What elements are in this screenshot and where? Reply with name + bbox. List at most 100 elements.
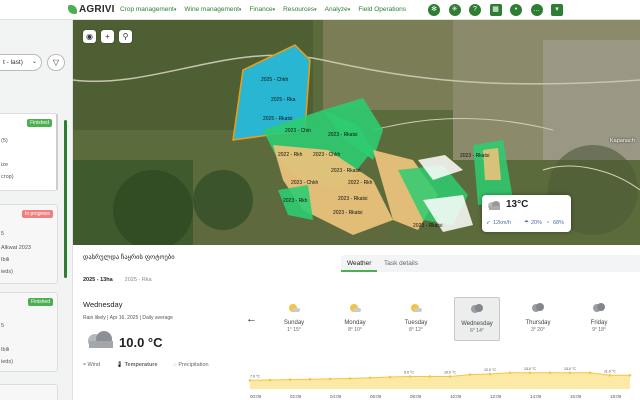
field-label[interactable]: 2023 - Rkatsi (333, 210, 362, 216)
nav-resources[interactable]: Resources▾ (283, 6, 317, 13)
droplet-icon: ◔ (546, 220, 550, 226)
popup-humidity: 68% (553, 220, 565, 226)
sort-dropdown[interactable]: t - last) ⌄ (0, 54, 42, 71)
hourly-temperature-chart: 7.0 °C 9.0 °C 10.0 °C 12.0 °C 13.0 °C 13.0 °C… (248, 367, 632, 399)
hour-tick-label: 04:00 (330, 394, 342, 399)
forecast-day-friday[interactable]: Friday 9° 18° (576, 297, 622, 341)
hour-tick-label: 18:00 (610, 394, 622, 399)
field-label[interactable]: 2025 - Rkatsi (263, 116, 292, 122)
temperature-point (408, 375, 412, 378)
metric-toggle: ≈ Wind 🌡 Temperature ◌ Precipitation (83, 362, 225, 368)
forecast-day-tuesday[interactable]: Tuesday 8° 12° (393, 297, 439, 341)
weather-panel: დასრულდა ჩაყრის ფოტოები Weather Task det… (73, 245, 640, 400)
field-label[interactable]: 2022 - Rkh (278, 152, 302, 158)
nav-field-operations[interactable]: Field Operations (358, 6, 406, 13)
search-icon: ⚲ (122, 32, 129, 41)
card-line: ize (1, 162, 9, 168)
field-card[interactable]: Finished (5) ize crop) (0, 113, 58, 191)
field-card[interactable]: Finished 5 Ibili ieds) (0, 292, 58, 372)
weather-popup[interactable]: 13°C ➶ 12km/h ☂ 20% ◔ 68% (482, 195, 571, 232)
plus-icon: + (105, 32, 110, 41)
card-line: Ibili (1, 257, 10, 263)
field-label[interactable]: 2023 - Rkatsi (331, 168, 360, 174)
layers-button[interactable]: ◉ (83, 30, 96, 43)
metric-temperature[interactable]: 🌡 Temperature (116, 362, 165, 368)
arrow-left-icon[interactable]: ← (246, 313, 257, 325)
forecast-day-sunday[interactable]: Sunday 1° 15° (271, 297, 317, 341)
field-label[interactable]: 2023 - Rkatsi (413, 223, 442, 229)
subtab-field[interactable]: 2025 - 13ha (83, 277, 113, 283)
temperature-point (628, 374, 632, 377)
field-label[interactable]: 2023 - Rkatsi (328, 132, 357, 138)
status-badge: Finished (28, 298, 53, 306)
hour-tick-label: 14:00 (530, 394, 542, 399)
partly-sunny-icon (411, 304, 422, 312)
rain-cloud-icon (593, 303, 605, 312)
forecast-day-wednesday[interactable]: Wednesday 6° 14° (454, 297, 500, 341)
fields-sidebar: t - last) ⌄ ▽ Finished (5) ize crop) In p… (0, 20, 73, 400)
temperature-point (608, 374, 612, 377)
chat-icon[interactable]: … (530, 4, 543, 16)
field-card[interactable] (0, 384, 58, 400)
nav-wine-management[interactable]: Wine management▾ (184, 6, 241, 13)
nav-analyze[interactable]: Analyze▾ (325, 6, 351, 13)
forecast-day-monday[interactable]: Monday 8° 10° (332, 297, 378, 341)
hour-tick-label: 06:00 (370, 394, 382, 399)
temperature-point (468, 373, 472, 376)
forecast-day-thursday[interactable]: Thursday 3° 20° (515, 297, 561, 341)
field-label[interactable]: 2022 - Rkh (348, 180, 372, 186)
chevron-down-icon: ⌄ (31, 59, 37, 65)
temperature-point (588, 371, 592, 375)
top-icon-group: ✻ ✳ ? ▦ • … ▾ (428, 4, 572, 16)
card-line: 5 (1, 231, 5, 237)
field-label[interactable]: 2025 - Rka (271, 97, 295, 103)
popup-precipitation: 20% (531, 220, 543, 226)
network-icon[interactable]: ✳ (448, 4, 461, 16)
field-label[interactable]: 2023 - Chkh (313, 152, 340, 158)
metric-precipitation[interactable]: ◌ Precipitation (174, 362, 217, 368)
temperature-point (428, 375, 432, 378)
field-label[interactable]: 2023 - Chin (285, 128, 311, 134)
temperature-value-label: 11.0 °C (604, 369, 616, 373)
subtab-field[interactable]: 2025 - Rka (125, 277, 152, 283)
agrivi-logo[interactable]: AGRIVI (68, 4, 118, 15)
calendar-icon[interactable]: ▦ (489, 4, 502, 16)
field-label[interactable]: 2025 - Chkh (261, 77, 288, 83)
hour-tick-label: 00:00 (250, 394, 262, 399)
zoom-in-button[interactable]: + (101, 30, 114, 43)
rain-cloud-icon (471, 304, 483, 313)
metric-wind[interactable]: ≈ Wind (83, 362, 108, 368)
temperature-point (528, 371, 532, 375)
gear-icon[interactable]: ✻ (428, 4, 440, 16)
help-icon[interactable]: ? (469, 4, 481, 16)
temperature-area (250, 372, 630, 389)
field-label[interactable]: 2023 - Rkatsi (460, 153, 489, 159)
nav-finance[interactable]: Finance▾ (249, 6, 275, 13)
bell-icon[interactable]: • (510, 4, 522, 16)
card-line: ieds) (1, 269, 13, 275)
nav-crop-management[interactable]: Crop management▾ (120, 6, 176, 13)
status-badge: Finished (27, 119, 52, 127)
tab-weather[interactable]: Weather (341, 255, 378, 272)
filter-button[interactable]: ▽ (47, 54, 65, 71)
current-temperature: 10.0 °C (119, 335, 163, 350)
field-label[interactable]: 2023 - Chkh (291, 180, 318, 186)
panel-tabs: Weather Task details (341, 255, 640, 272)
temperature-point (488, 372, 492, 376)
temperature-value-label: 7.0 °C (250, 374, 260, 378)
field-label[interactable]: 2023 - Rkatsi (338, 196, 367, 202)
main-nav: Crop management▾ Wine management▾ Financ… (120, 6, 414, 13)
search-map-button[interactable]: ⚲ (119, 30, 132, 43)
scrollbar[interactable] (64, 120, 67, 278)
panel-title: დასრულდა ჩაყრის ფოტოები (83, 254, 175, 261)
field-label[interactable]: 2023 - Rkh (283, 198, 307, 204)
temperature-point (308, 378, 312, 381)
partly-sunny-icon (289, 304, 300, 312)
temperature-value-label: 13.0 °C (524, 367, 536, 371)
farm-icon[interactable]: ▾ (551, 4, 563, 16)
tab-task-details[interactable]: Task details (378, 255, 424, 272)
field-card[interactable]: In progress 5 Alkwat 2023 Ibili ieds) (0, 204, 58, 284)
temperature-point (568, 371, 572, 375)
satellite-map[interactable]: ◉ + ⚲ 2025 - Chkh 2025 - Rka 2025 - Rkat… (73, 20, 640, 245)
town-label: Kapanach (610, 138, 635, 144)
